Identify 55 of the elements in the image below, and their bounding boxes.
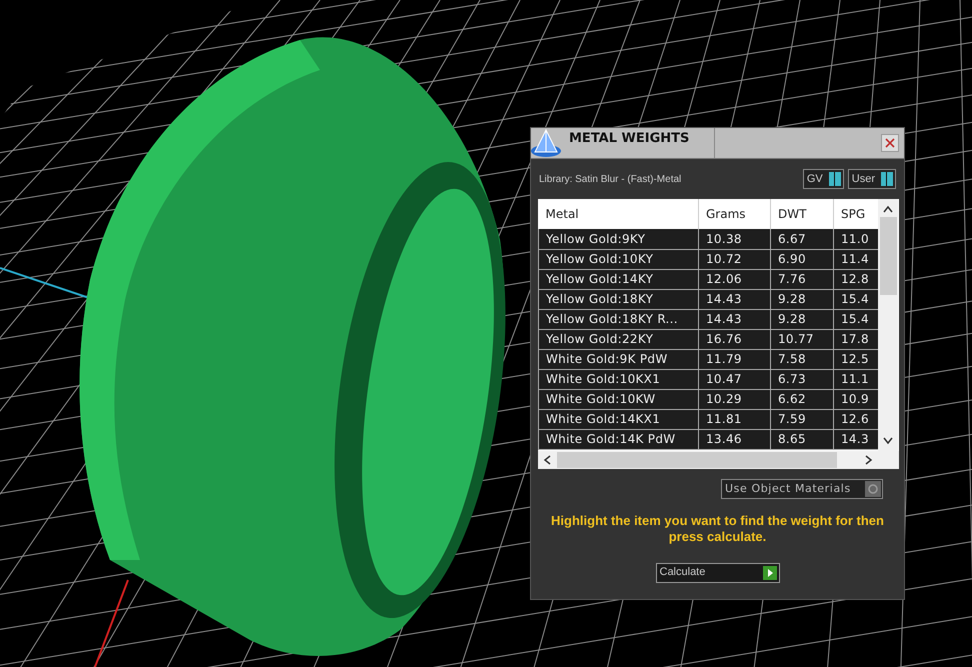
- table-cell[interactable]: 11.4: [834, 249, 878, 269]
- table-cell[interactable]: 7.76: [770, 269, 834, 289]
- table-cell[interactable]: 6.67: [770, 229, 834, 249]
- table-cell[interactable]: Yellow Gold:9KY: [538, 229, 698, 249]
- table-cell[interactable]: Yellow Gold:18KY: [538, 289, 698, 309]
- table-cell[interactable]: Yellow Gold:22KY: [538, 329, 698, 349]
- table-cell[interactable]: 10.38: [698, 229, 770, 249]
- table-cell[interactable]: White Gold:9K PdW: [538, 349, 698, 369]
- table-cell[interactable]: 16.76: [698, 329, 770, 349]
- table-cell[interactable]: 6.62: [770, 389, 834, 409]
- table-cell[interactable]: Yellow Gold:18KY R...: [538, 309, 698, 329]
- toggle-switch[interactable]: User: [848, 169, 896, 189]
- table-cell[interactable]: 14.43: [698, 289, 770, 309]
- table-cell[interactable]: 7.58: [770, 349, 834, 369]
- table-cell[interactable]: 15.4: [834, 309, 878, 329]
- horizontal-scrollbar[interactable]: [538, 451, 899, 469]
- close-button[interactable]: [881, 134, 899, 152]
- table-cell[interactable]: 10.47: [698, 369, 770, 389]
- table-cell[interactable]: 10.29: [698, 389, 770, 409]
- table-cell[interactable]: White Gold:14K PdW: [538, 429, 698, 449]
- table-cell[interactable]: 11.81: [698, 409, 770, 429]
- table-cell[interactable]: 12.8: [834, 269, 878, 289]
- table-cell[interactable]: 11.79: [698, 349, 770, 369]
- library-label: Library: Satin Blur - (Fast)-Metal: [539, 172, 682, 186]
- vertical-scrollbar[interactable]: [878, 199, 898, 451]
- table-cell[interactable]: 9.28: [770, 309, 834, 329]
- table-cell[interactable]: 14.43: [698, 309, 770, 329]
- table-cell[interactable]: 11.0: [834, 229, 878, 249]
- use-object-materials-toggle[interactable]: Use Object Materials: [721, 479, 883, 499]
- table-cell[interactable]: 10.9: [834, 389, 878, 409]
- table-cell[interactable]: 9.28: [770, 289, 834, 309]
- table-cell[interactable]: White Gold:14KX1: [538, 409, 698, 429]
- instruction-text: Highlight the item you want to find the weight for then press calculate.: [551, 513, 884, 546]
- calculate-button[interactable]: Calculate: [656, 562, 780, 582]
- close-icon: [885, 138, 895, 148]
- table-cell[interactable]: White Gold:10KX1: [538, 369, 698, 389]
- table-cell[interactable]: 17.8: [834, 329, 878, 349]
- table-cell[interactable]: 6.73: [770, 369, 834, 389]
- table-cell[interactable]: 6.90: [770, 249, 834, 269]
- table-cell[interactable]: 7.59: [770, 409, 834, 429]
- table-cell[interactable]: 12.5: [834, 349, 878, 369]
- table-cell[interactable]: 13.46: [698, 429, 770, 449]
- toggle-switch[interactable]: GV: [802, 169, 844, 189]
- table-cell[interactable]: Yellow Gold:14KY: [538, 269, 698, 289]
- pyramid-logo-icon: [529, 128, 563, 158]
- table-cell[interactable]: White Gold:10KW: [538, 389, 698, 409]
- table-cell[interactable]: 15.4: [834, 289, 878, 309]
- table-cell[interactable]: 14.3: [834, 429, 878, 449]
- table-cell[interactable]: 11.1: [834, 369, 878, 389]
- table-cell[interactable]: 12.6: [834, 409, 878, 429]
- table-cell[interactable]: Yellow Gold:10KY: [538, 249, 698, 269]
- table-cell[interactable]: 10.77: [770, 329, 834, 349]
- table-cell[interactable]: 12.06: [698, 269, 770, 289]
- table-cell[interactable]: 10.72: [698, 249, 770, 269]
- table-cell[interactable]: 8.65: [770, 429, 834, 449]
